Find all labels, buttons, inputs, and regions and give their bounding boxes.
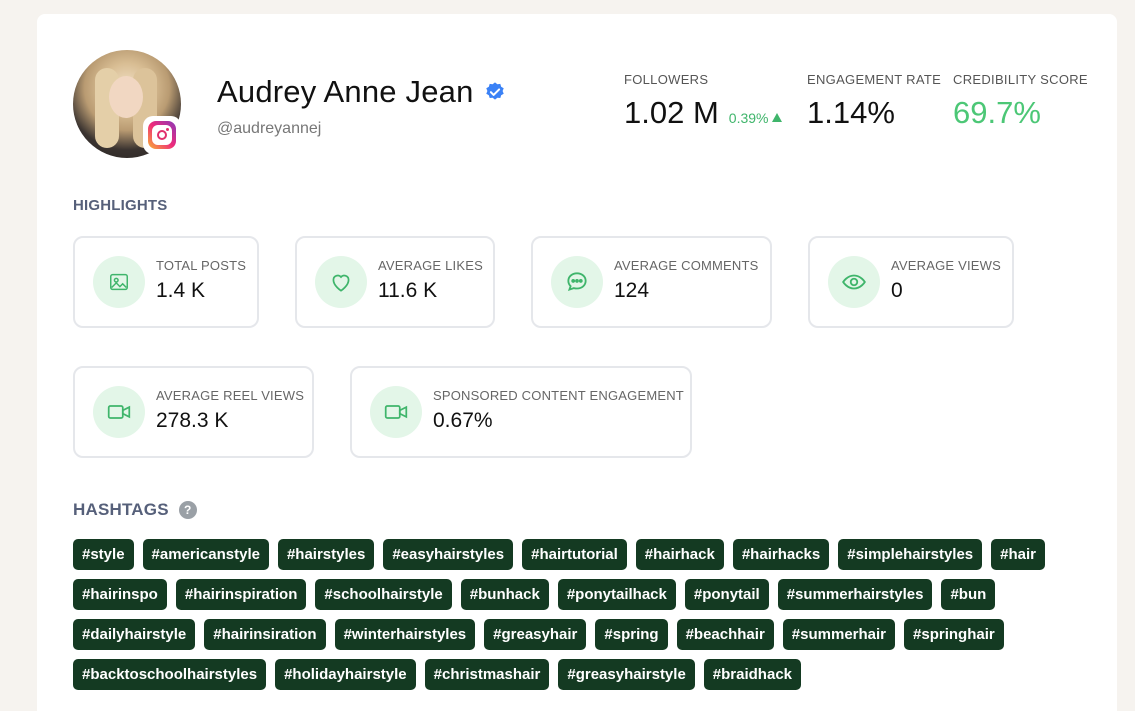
followers-stat: FOLLOWERS 1.02 M 0.39% (624, 72, 783, 131)
engagement-rate-stat: ENGAGEMENT RATE 1.14% (807, 72, 941, 131)
hashtag-chip[interactable]: #hairtutorial (522, 539, 627, 570)
help-icon[interactable]: ? (178, 501, 197, 519)
hashtag-chip[interactable]: #style (73, 539, 134, 570)
highlight-value: 124 (614, 279, 650, 302)
hashtag-chip[interactable]: #easyhairstyles (383, 539, 514, 570)
followers-delta: 0.39% (729, 110, 783, 126)
highlight-label: TOTAL POSTS (156, 258, 247, 273)
eye-icon (828, 256, 880, 308)
hashtag-chip[interactable]: #springhair (904, 619, 1004, 650)
highlight-value: 0.67% (433, 409, 493, 432)
followers-label: FOLLOWERS (624, 72, 709, 87)
engagement-rate-value: 1.14% (807, 95, 895, 130)
trend-up-icon (772, 113, 783, 122)
hashtag-chip[interactable]: #beachhair (676, 619, 774, 650)
profile-name: Audrey Anne Jean (217, 74, 474, 109)
hashtag-chip[interactable]: #hairstyles (277, 539, 375, 570)
hashtag-chip[interactable]: #hairinsiration (204, 619, 326, 650)
highlight-label: SPONSORED CONTENT ENGAGEMENT (433, 388, 684, 403)
highlight-average-views: AVERAGE VIEWS 0 (808, 236, 1014, 328)
hashtag-chip[interactable]: #hairinspo (73, 579, 167, 610)
avatar[interactable] (73, 50, 181, 158)
hashtag-chip[interactable]: #dailyhairstyle (73, 619, 196, 650)
highlight-value: 1.4 K (156, 279, 206, 302)
profile-card: Audrey Anne Jean @audreyannej FOLLOWERS … (37, 14, 1117, 711)
hashtag-chip[interactable]: #americanstyle (142, 539, 269, 570)
image-icon (93, 256, 145, 308)
hashtag-chip[interactable]: #braidhack (703, 659, 802, 690)
highlight-average-comments: AVERAGE COMMENTS 124 (531, 236, 772, 328)
video-icon (370, 386, 422, 438)
hashtag-chip[interactable]: #christmashair (424, 659, 550, 690)
highlight-value: 0 (891, 279, 903, 302)
hashtag-chip[interactable]: #winterhairstyles (334, 619, 476, 650)
hashtag-list: #style #americanstyle #hairstyles #easyhair… (73, 539, 1083, 690)
credibility-score-value: 69.7% (953, 95, 1041, 130)
highlight-label: AVERAGE COMMENTS (614, 258, 759, 273)
hashtag-chip[interactable]: #backtoschoolhairstyles (73, 659, 267, 690)
hashtag-chip[interactable]: #bunhack (460, 579, 549, 610)
video-icon (93, 386, 145, 438)
hashtag-chip[interactable]: #bun (941, 579, 996, 610)
highlight-total-posts: TOTAL POSTS 1.4 K (73, 236, 259, 328)
instagram-icon (145, 118, 179, 152)
highlight-average-reel-views: AVERAGE REEL VIEWS 278.3 K (73, 366, 314, 458)
highlight-value: 11.6 K (378, 279, 438, 302)
hashtag-chip[interactable]: #schoolhairstyle (315, 579, 452, 610)
profile-handle: @audreyannej (217, 120, 322, 137)
highlight-average-likes: AVERAGE LIKES 11.6 K (295, 236, 495, 328)
hashtag-chip[interactable]: #hairhack (635, 539, 724, 570)
heart-icon (315, 256, 367, 308)
highlight-value: 278.3 K (156, 409, 229, 432)
hashtag-chip[interactable]: #holidayhairstyle (275, 659, 416, 690)
comment-icon (551, 256, 603, 308)
engagement-rate-label: ENGAGEMENT RATE (807, 72, 942, 87)
hashtag-chip[interactable]: #hairinspiration (175, 579, 307, 610)
hashtag-chip[interactable]: #simplehairstyles (838, 539, 983, 570)
highlight-sponsored-engagement: SPONSORED CONTENT ENGAGEMENT 0.67% (350, 366, 692, 458)
followers-value: 1.02 M (624, 95, 719, 130)
highlight-label: AVERAGE VIEWS (891, 258, 1001, 273)
hashtag-chip[interactable]: #ponytail (684, 579, 769, 610)
hashtags-title: HASHTAGS? (73, 500, 197, 520)
hashtag-chip[interactable]: #ponytailhack (557, 579, 676, 610)
highlight-label: AVERAGE REEL VIEWS (156, 388, 305, 403)
hashtag-chip[interactable]: #summerhair (782, 619, 896, 650)
highlights-title: HIGHLIGHTS (73, 197, 168, 214)
verified-badge-icon (485, 82, 504, 100)
hashtag-chip[interactable]: #hairhacks (732, 539, 830, 570)
hashtag-chip[interactable]: #spring (595, 619, 668, 650)
credibility-score-label: CREDIBILITY SCORE (953, 72, 1088, 87)
highlight-label: AVERAGE LIKES (378, 258, 483, 273)
credibility-score-stat: CREDIBILITY SCORE 69.7% (953, 72, 1088, 131)
hashtag-chip[interactable]: #summerhairstyles (777, 579, 933, 610)
hashtag-chip[interactable]: #greasyhairstyle (558, 659, 695, 690)
hashtag-chip[interactable]: #greasyhair (484, 619, 587, 650)
profile-name-row: Audrey Anne Jean (217, 74, 506, 110)
hashtag-chip[interactable]: #hair (991, 539, 1045, 570)
